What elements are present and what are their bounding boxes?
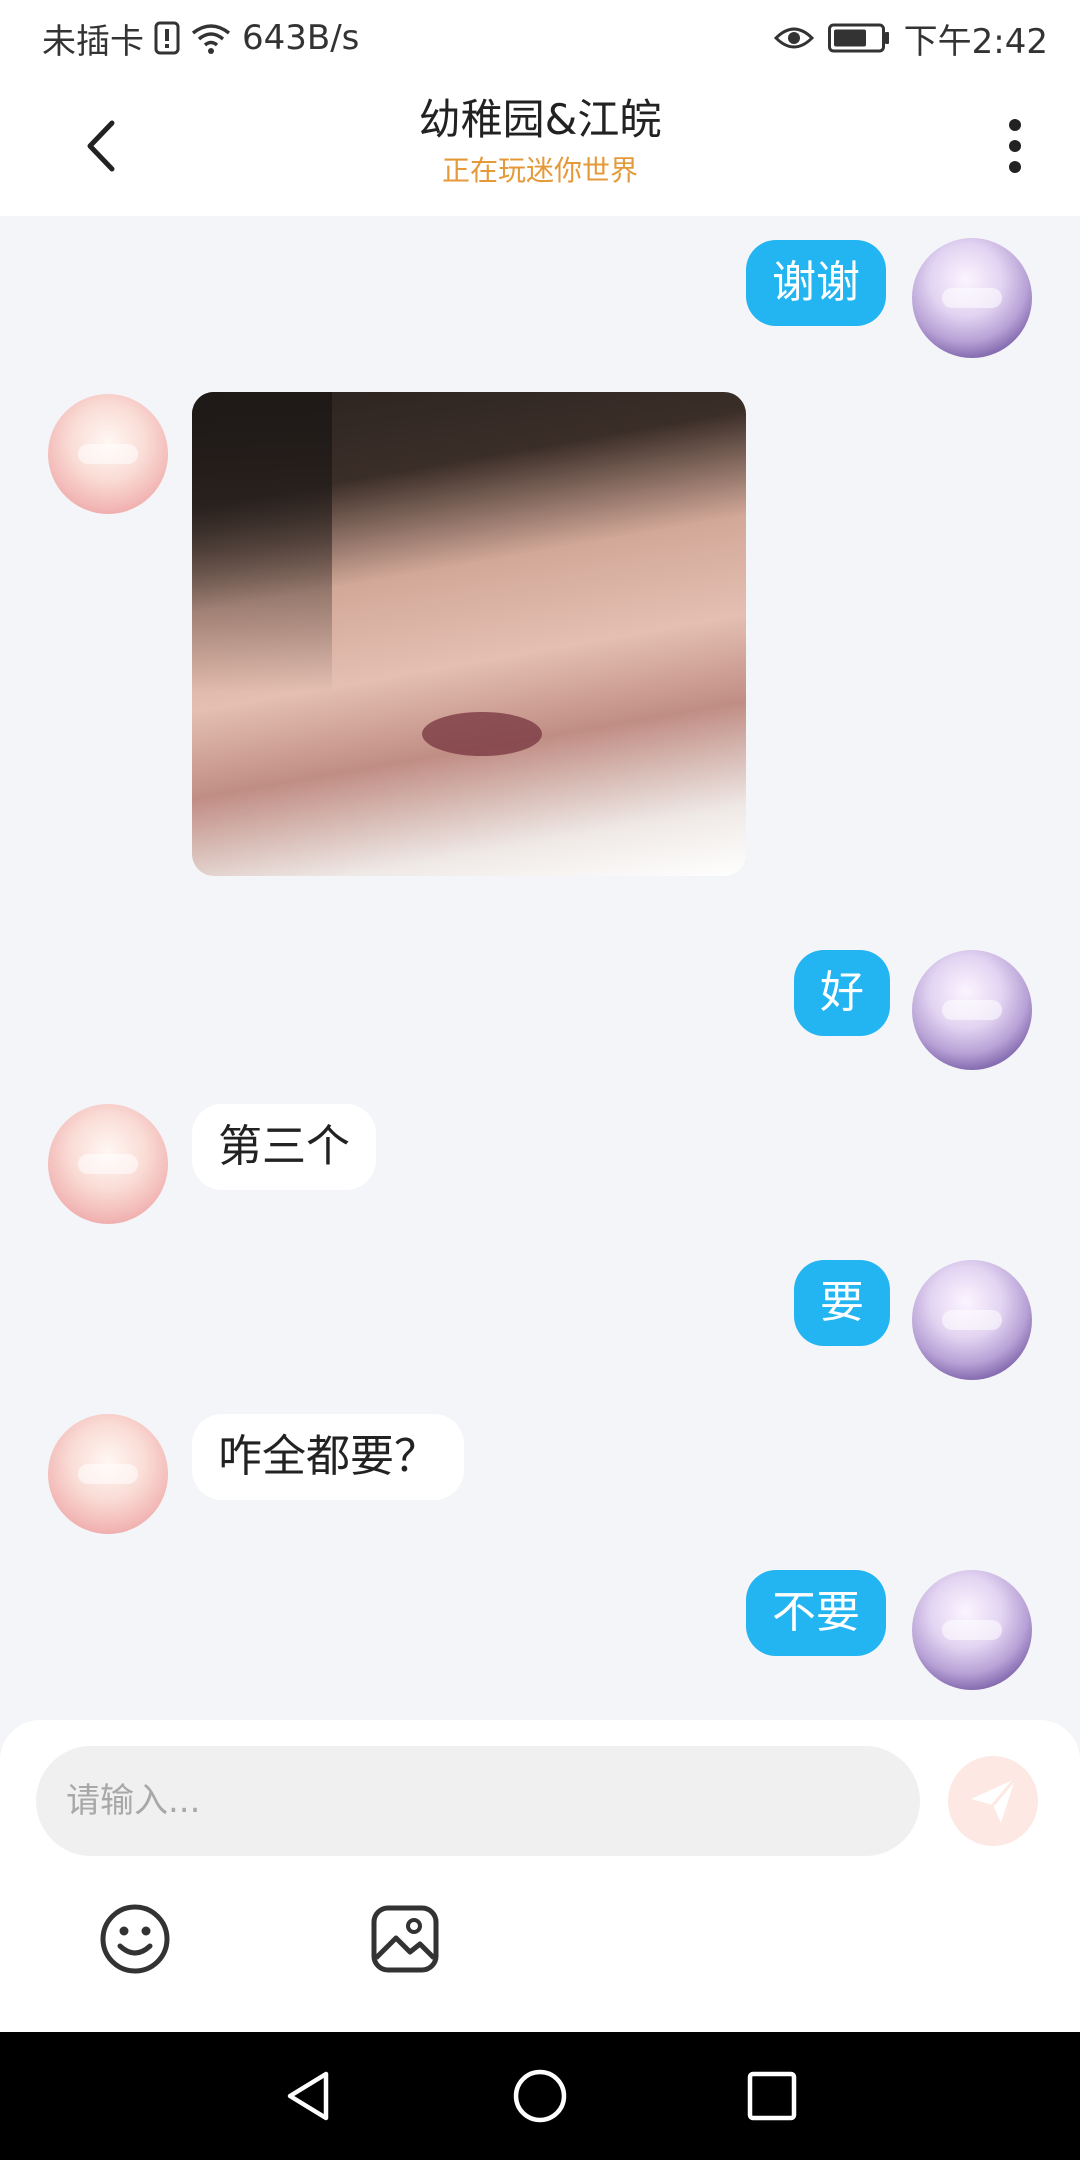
image-picker-button[interactable] [368, 1902, 442, 1976]
wifi-icon [190, 21, 232, 55]
image-icon [371, 1905, 439, 1973]
contact-avatar[interactable] [48, 394, 168, 514]
emoji-button[interactable] [98, 1902, 172, 1976]
nav-recents-icon [747, 2071, 797, 2121]
contact-avatar[interactable] [48, 1104, 168, 1224]
eye-icon [773, 23, 814, 53]
carrier-label: 未插卡 [42, 21, 144, 62]
network-speed: 643B/s [242, 18, 360, 58]
message-bubble-sent[interactable]: 不要 [746, 1570, 886, 1656]
clock: 下午2:42 [903, 21, 1048, 62]
more-button[interactable] [990, 110, 1040, 182]
chat-header: 幼稚园&江皖 正在玩迷你世界 [0, 76, 1080, 216]
message-bubble-received[interactable]: 咋全都要？ [192, 1414, 464, 1500]
send-button[interactable] [948, 1756, 1038, 1846]
message-image[interactable] [192, 392, 746, 876]
nav-recents-button[interactable] [742, 2066, 802, 2126]
battery-icon [827, 23, 890, 53]
nav-home-button[interactable] [510, 2066, 570, 2126]
contact-avatar[interactable] [48, 1414, 168, 1534]
message-bubble-sent[interactable]: 好 [794, 950, 890, 1036]
message-bubble-received[interactable]: 第三个 [192, 1104, 376, 1190]
my-avatar[interactable] [912, 950, 1032, 1070]
status-bar-right: 下午2:42 [773, 14, 1048, 62]
page-title: 幼稚园&江皖 [418, 95, 662, 144]
system-nav-bar [0, 2032, 1080, 2160]
composer [0, 1720, 1080, 2032]
message-input[interactable] [36, 1746, 920, 1856]
my-avatar[interactable] [912, 238, 1032, 358]
message-bubble-sent[interactable]: 谢谢 [746, 240, 886, 326]
back-icon [87, 120, 115, 172]
status-bar-left: 未插卡 643B/s [42, 14, 359, 62]
status-bar: 未插卡 643B/s 下午2:42 [0, 0, 1080, 76]
contact-status: 正在玩迷你世界 [441, 153, 638, 187]
sim-alert-icon [154, 21, 180, 55]
message-bubble-sent[interactable]: 要 [794, 1260, 890, 1346]
nav-back-icon [287, 2071, 329, 2121]
nav-back-button[interactable] [278, 2066, 338, 2126]
title-block: 幼稚园&江皖 正在玩迷你世界 [240, 94, 840, 190]
nav-home-icon [513, 2069, 567, 2123]
more-vertical-icon [1009, 119, 1021, 173]
back-button[interactable] [70, 116, 130, 176]
my-avatar[interactable] [912, 1260, 1032, 1380]
message-list[interactable]: 谢谢 好 第三个 要 咋全都要？ 不要 [0, 216, 1080, 1720]
emoji-icon [100, 1904, 170, 1974]
my-avatar[interactable] [912, 1570, 1032, 1690]
send-icon [971, 1778, 1017, 1823]
